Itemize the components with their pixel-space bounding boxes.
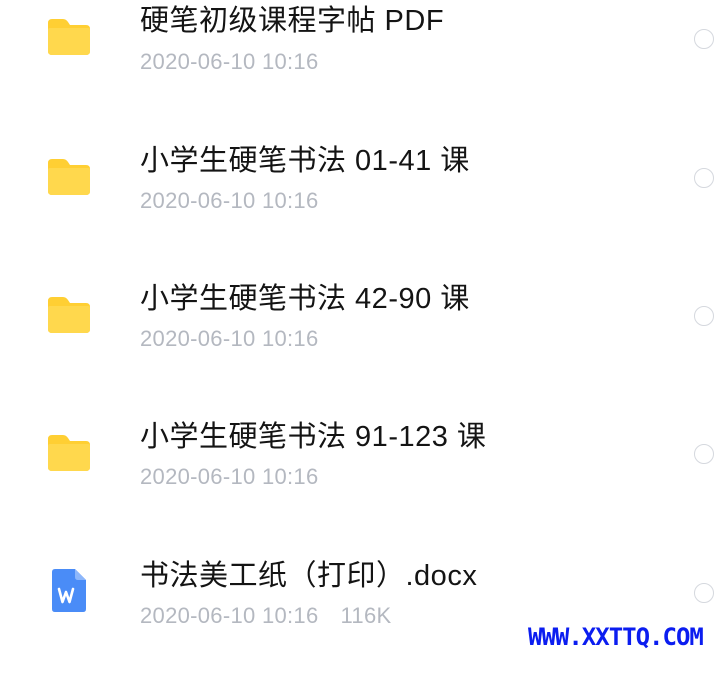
file-meta: 2020-06-10 10:16 [140, 49, 319, 75]
file-name: 小学生硬笔书法 91-123 课 [140, 421, 487, 453]
select-radio[interactable] [694, 306, 714, 326]
file-date: 2020-06-10 10:16 [140, 326, 319, 351]
file-name: 硬笔初级课程字帖 PDF [140, 5, 445, 37]
file-size: 116K [340, 603, 392, 628]
file-name: 小学生硬笔书法 01-41 课 [140, 145, 470, 177]
list-item[interactable]: 硬笔初级课程字帖 PDF 2020-06-10 10:16 [0, 0, 725, 138]
select-radio[interactable] [694, 444, 714, 464]
file-date: 2020-06-10 10:16 [140, 464, 319, 489]
list-item[interactable]: 书法美工纸（打印）.docx 2020-06-10 10:16 116K [0, 552, 725, 690]
file-date: 2020-06-10 10:16 [140, 603, 319, 628]
list-item[interactable]: 小学生硬笔书法 42-90 课 2020-06-10 10:16 [0, 276, 725, 414]
file-meta: 2020-06-10 10:16 116K [140, 603, 391, 629]
file-meta: 2020-06-10 10:16 [140, 326, 319, 352]
folder-icon [46, 17, 92, 57]
folder-icon [46, 295, 92, 335]
watermark: WWW.XXTTQ.COM [528, 623, 704, 651]
list-item[interactable]: 小学生硬笔书法 91-123 课 2020-06-10 10:16 [0, 414, 725, 552]
file-name: 小学生硬笔书法 42-90 课 [140, 283, 470, 315]
file-name: 书法美工纸（打印）.docx [140, 560, 478, 592]
file-list: 硬笔初级课程字帖 PDF 2020-06-10 10:16 小学生硬笔书法 01… [0, 0, 725, 657]
file-meta: 2020-06-10 10:16 [140, 464, 319, 490]
file-meta: 2020-06-10 10:16 [140, 188, 319, 214]
file-date: 2020-06-10 10:16 [140, 49, 319, 74]
folder-icon [46, 433, 92, 473]
select-radio[interactable] [694, 29, 714, 49]
folder-icon [46, 157, 92, 197]
file-date: 2020-06-10 10:16 [140, 188, 319, 213]
select-radio[interactable] [694, 168, 714, 188]
select-radio[interactable] [694, 583, 714, 603]
word-document-icon [46, 568, 92, 612]
list-item[interactable]: 小学生硬笔书法 01-41 课 2020-06-10 10:16 [0, 138, 725, 276]
